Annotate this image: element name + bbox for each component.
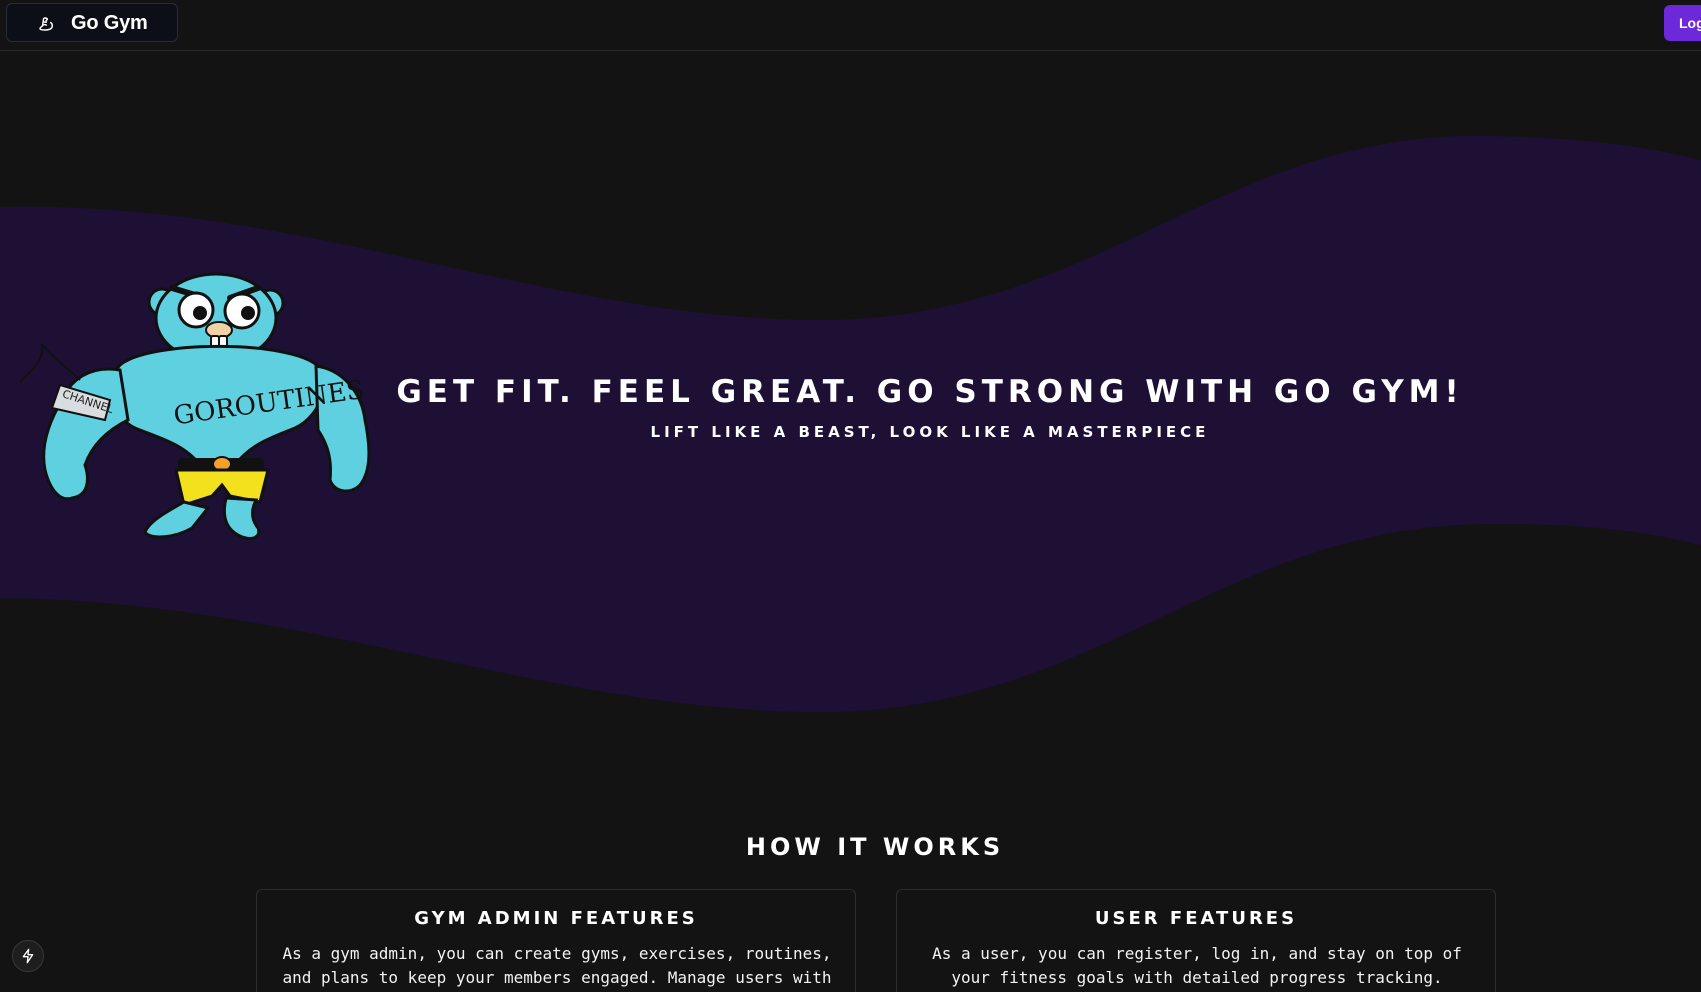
card-title: Gym admin features	[414, 908, 698, 929]
how-it-works-heading: How it works	[745, 833, 1005, 861]
brand-home-link[interactable]: Go Gym	[6, 3, 178, 42]
user-features-card: User features As a user, you can registe…	[896, 889, 1496, 992]
card-description: As a gym admin, you can create gyms, exe…	[282, 944, 832, 987]
card-title: User features	[1094, 908, 1298, 929]
lightning-icon	[22, 948, 34, 964]
dev-tools-toggle-button[interactable]	[12, 940, 44, 972]
brand-name: Go Gym	[71, 12, 148, 34]
card-description: As a user, you can register, log in, and…	[932, 944, 1462, 987]
login-button[interactable]: Log	[1664, 5, 1701, 41]
top-navbar: Go Gym Log	[0, 0, 1701, 51]
hero-title: Get fit. Feel great. Go strong with Go G…	[396, 374, 1464, 410]
page: Go Gym Log CHANNEL GOROUTINES GET FIT. F…	[0, 0, 1701, 992]
flexed-biceps-icon	[39, 17, 54, 31]
hero-subtitle: Lift like a beast, look like a masterpie…	[650, 423, 1210, 441]
gym-admin-features-card: Gym admin features As a gym admin, you c…	[256, 889, 856, 992]
